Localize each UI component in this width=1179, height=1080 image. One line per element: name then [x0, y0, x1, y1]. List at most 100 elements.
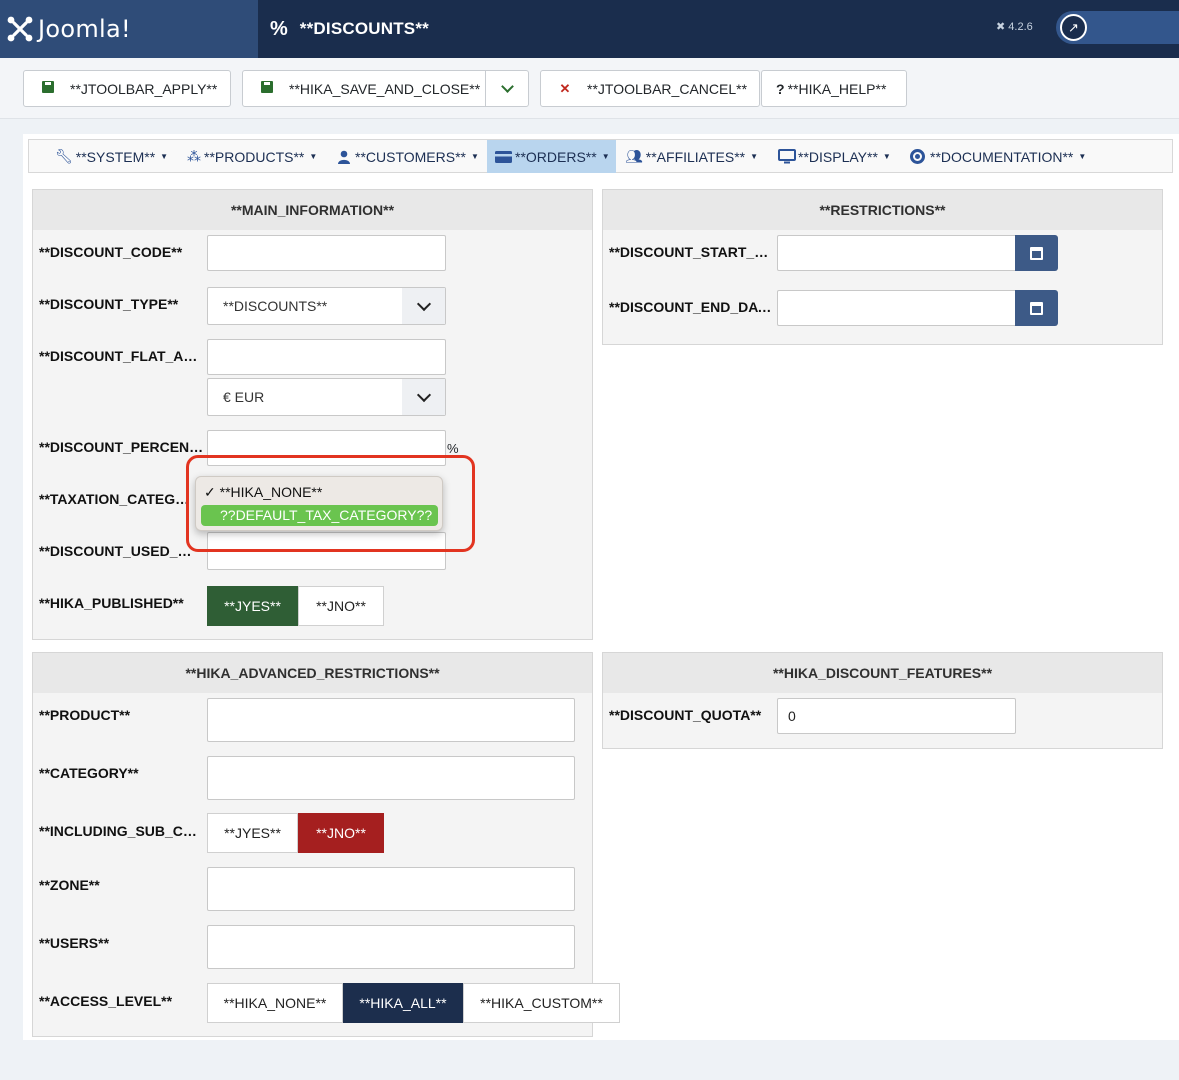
currency-value: € EUR — [223, 389, 265, 405]
main-content: 🔧︎ **SYSTEM** ▼ ⁂ **PRODUCTS** ▼ **CUSTO… — [23, 134, 1179, 1040]
question-icon: ? — [776, 80, 785, 97]
external-link-button[interactable]: ↗ — [1056, 11, 1179, 44]
discount-start-date-input[interactable] — [777, 235, 1016, 271]
discount-type-label: **DISCOUNT_TYPE** — [39, 296, 179, 312]
currency-select[interactable]: € EUR — [207, 378, 446, 416]
version-label: ✖ 4.2.6 — [996, 20, 1033, 33]
help-button[interactable]: ? **HIKA_HELP** — [761, 70, 907, 107]
chevron-down-icon — [402, 379, 445, 415]
caret-down-icon: ▼ — [1078, 152, 1087, 161]
discount-flat-amount-input[interactable] — [207, 339, 446, 375]
access-all-option[interactable]: **HIKA_ALL** — [343, 983, 463, 1023]
caret-down-icon: ▼ — [471, 152, 479, 161]
chevron-down-icon — [500, 79, 514, 93]
sub-categories-no-option[interactable]: **JNO** — [298, 813, 384, 853]
highlight-annotation — [186, 455, 475, 552]
panel-title: **HIKA_ADVANCED_RESTRICTIONS** — [33, 653, 592, 693]
start-date-calendar-button[interactable] — [1015, 235, 1058, 271]
users-input[interactable] — [207, 925, 575, 969]
restrictions-panel: **RESTRICTIONS** **DISCOUNT_START_DATE**… — [602, 189, 1163, 345]
main-information-panel: **MAIN_INFORMATION** **DISCOUNT_CODE** *… — [32, 189, 593, 640]
menu-label: **ORDERS** — [515, 148, 597, 165]
discount-code-label: **DISCOUNT_CODE** — [39, 244, 183, 260]
caret-down-icon: ▼ — [750, 152, 759, 161]
joomla-brand[interactable]: Joomla! — [0, 0, 258, 58]
caret-down-icon: ▼ — [882, 152, 891, 161]
menu-label: **SYSTEM** — [75, 148, 156, 165]
monitor-icon — [778, 149, 796, 164]
apply-button[interactable]: **JTOOLBAR_APPLY** — [23, 70, 231, 107]
access-none-option[interactable]: **HIKA_NONE** — [207, 983, 343, 1023]
user-icon — [338, 150, 350, 164]
apply-label: **JTOOLBAR_APPLY** — [70, 80, 218, 97]
save-close-label: **HIKA_SAVE_AND_CLOSE** — [289, 80, 481, 97]
brand-name: Joomla! — [38, 15, 131, 43]
save-options-toggle[interactable] — [485, 71, 528, 106]
menu-label: **DOCUMENTATION** — [930, 148, 1074, 165]
published-no-option[interactable]: **JNO** — [298, 586, 384, 626]
menu-item-orders[interactable]: **ORDERS** ▼ — [487, 140, 616, 173]
calendar-icon — [1030, 246, 1043, 260]
published-yes-option[interactable]: **JYES** — [207, 586, 298, 626]
sub-categories-toggle: **JYES** **JNO** — [207, 813, 384, 853]
end-date-calendar-button[interactable] — [1015, 290, 1058, 326]
page-title-area: % **DISCOUNTS** — [270, 0, 429, 58]
caret-down-icon: ▼ — [601, 152, 610, 161]
discount-quota-input[interactable]: 0 — [777, 698, 1016, 734]
access-level-label: **ACCESS_LEVEL** — [39, 993, 173, 1009]
save-icon — [259, 81, 275, 96]
published-label: **HIKA_PUBLISHED** — [39, 595, 184, 611]
discount-quota-label: **DISCOUNT_QUOTA** — [609, 707, 762, 723]
zone-input[interactable] — [207, 867, 575, 911]
discount-type-value: **DISCOUNTS** — [223, 298, 328, 314]
discount-type-select[interactable]: **DISCOUNTS** — [207, 287, 446, 325]
joomla-small-icon: ✖ — [996, 21, 1006, 33]
toolbar: **JTOOLBAR_APPLY** **HIKA_SAVE_AND_CLOSE… — [0, 58, 1179, 119]
page-title: **DISCOUNTS** — [299, 19, 429, 38]
menu-item-customers[interactable]: **CUSTOMERS** ▼ — [337, 140, 479, 173]
component-menu: 🔧︎ **SYSTEM** ▼ ⁂ **PRODUCTS** ▼ **CUSTO… — [28, 139, 1173, 173]
discount-features-panel: **HIKA_DISCOUNT_FEATURES** **DISCOUNT_QU… — [602, 652, 1163, 749]
menu-label: **DISPLAY** — [798, 148, 878, 165]
discount-flat-amount-label: **DISCOUNT_FLAT_AMOUNT** — [39, 348, 207, 364]
access-custom-option[interactable]: **HIKA_CUSTOM** — [463, 983, 620, 1023]
taxation-category-label: **TAXATION_CATEGORY** — [39, 491, 197, 507]
panel-title: **MAIN_INFORMATION** — [33, 190, 592, 230]
discount-end-date-label: **DISCOUNT_END_DATE** — [609, 299, 775, 315]
menu-item-display[interactable]: **DISPLAY** ▼ — [778, 140, 891, 173]
including-sub-categories-label: **INCLUDING_SUB_CATEGORIES** — [39, 823, 203, 839]
discount-code-input[interactable] — [207, 235, 446, 271]
lifebuoy-icon — [910, 149, 925, 164]
advanced-restrictions-panel: **HIKA_ADVANCED_RESTRICTIONS** **PRODUCT… — [32, 652, 620, 1037]
product-label: **PRODUCT** — [39, 707, 131, 723]
panel-title: **HIKA_DISCOUNT_FEATURES** — [603, 653, 1162, 693]
discount-used-times-label: **DISCOUNT_USED_TIMES** — [39, 543, 197, 559]
menu-item-products[interactable]: ⁂ **PRODUCTS** ▼ — [187, 140, 317, 173]
menu-item-affiliates[interactable]: 👥︎ **AFFILIATES** ▼ — [625, 140, 758, 173]
menu-label: **CUSTOMERS** — [355, 148, 466, 165]
close-icon: ✕ — [559, 80, 571, 96]
external-link-icon: ↗ — [1060, 14, 1087, 41]
menu-item-documentation[interactable]: **DOCUMENTATION** ▼ — [910, 140, 1086, 173]
users-icon: 👥︎ — [625, 148, 643, 164]
product-input[interactable] — [207, 698, 575, 742]
caret-down-icon: ▼ — [160, 152, 169, 161]
discount-end-date-input[interactable] — [777, 290, 1016, 326]
cubes-icon: ⁂ — [187, 148, 201, 164]
sub-categories-yes-option[interactable]: **JYES** — [207, 813, 298, 853]
percent-icon: % — [270, 17, 288, 40]
cancel-button[interactable]: ✕ **JTOOLBAR_CANCEL** — [540, 70, 760, 107]
header-bar: Joomla! % **DISCOUNTS** ✖ 4.2.6 ↗ — [0, 0, 1179, 58]
category-label: **CATEGORY** — [39, 765, 139, 781]
access-level-toggle: **HIKA_NONE** **HIKA_ALL** **HIKA_CUSTOM… — [207, 983, 620, 1023]
menu-item-system[interactable]: 🔧︎ **SYSTEM** ▼ — [55, 140, 168, 173]
discount-start-date-label: **DISCOUNT_START_DATE** — [609, 244, 775, 260]
chevron-down-icon — [402, 288, 445, 324]
category-input[interactable] — [207, 756, 575, 800]
credit-card-icon — [495, 150, 512, 163]
joomla-logo-icon — [7, 16, 33, 42]
save-and-close-button[interactable]: **HIKA_SAVE_AND_CLOSE** — [242, 70, 529, 107]
caret-down-icon: ▼ — [309, 152, 318, 161]
discount-percent-label: **DISCOUNT_PERCENT_AMOUNT** — [39, 439, 207, 455]
panel-title: **RESTRICTIONS** — [603, 190, 1162, 230]
